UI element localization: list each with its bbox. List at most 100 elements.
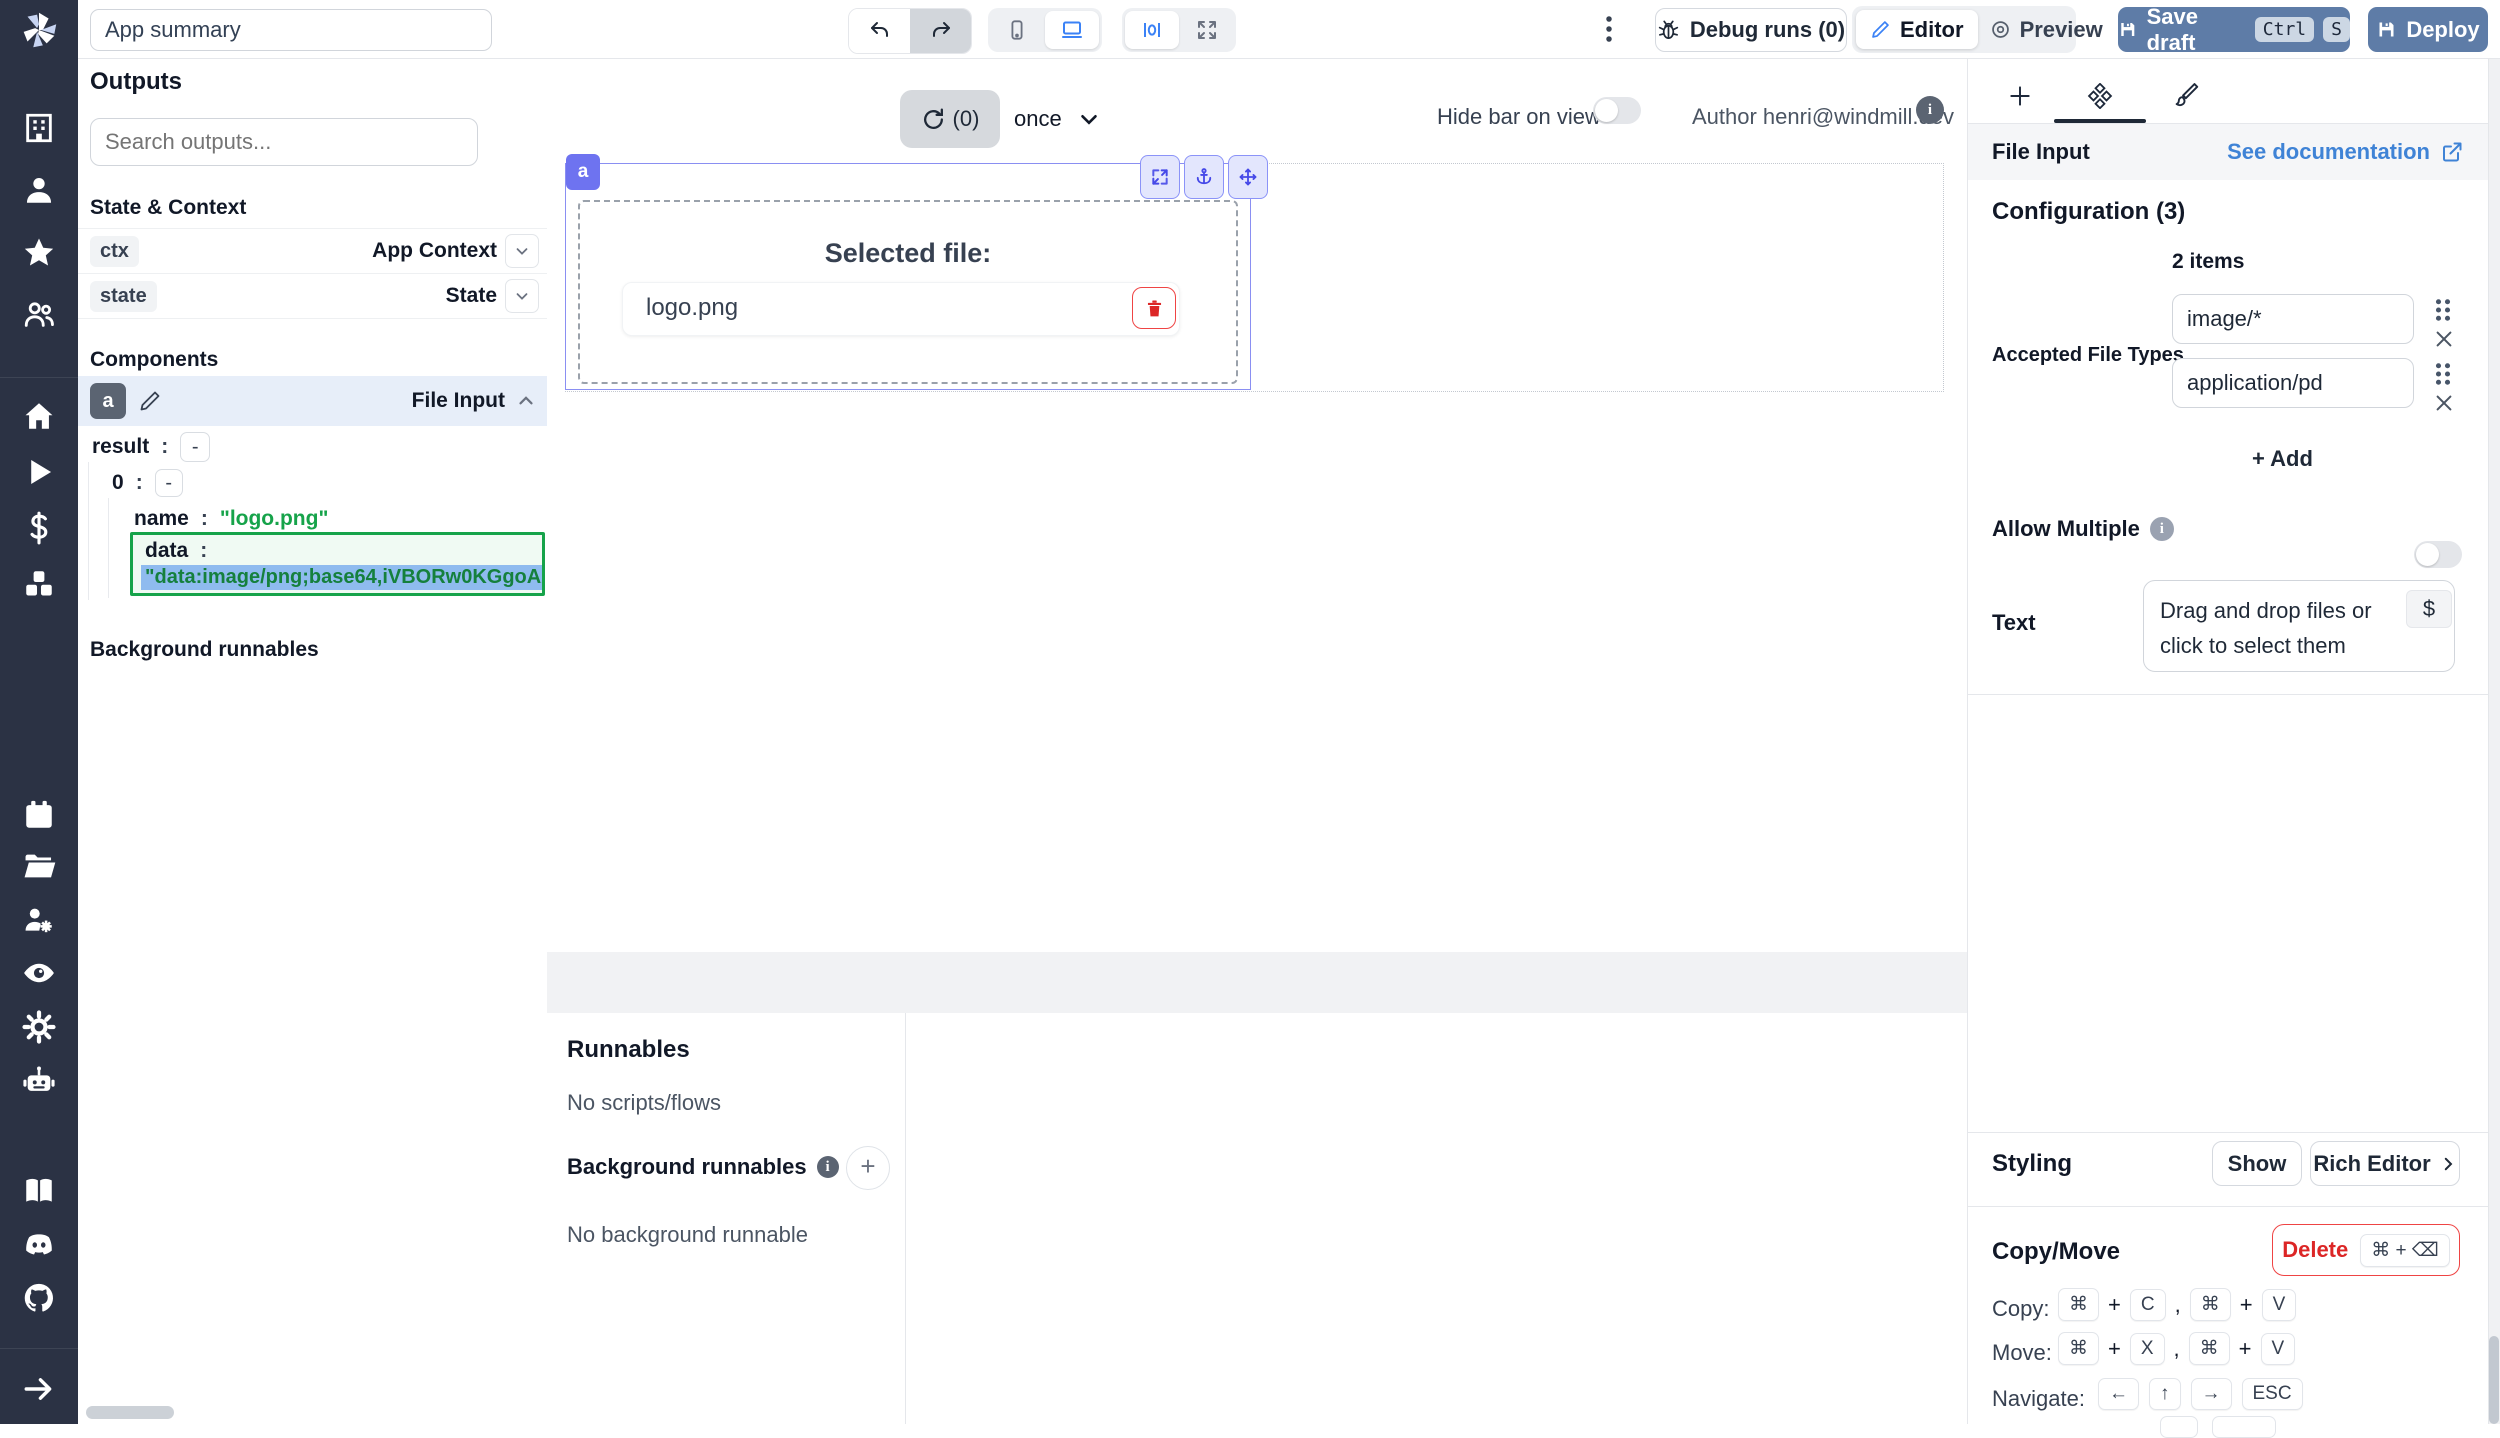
app-summary-input[interactable] [90, 9, 492, 51]
background-runnables-empty-label: No background runnable [567, 1222, 808, 1248]
anchor-component-button[interactable] [1184, 155, 1224, 199]
remove-item-icon[interactable] [2433, 328, 2455, 350]
kbd-arrow-up: ↑ [2149, 1378, 2181, 1410]
variables-icon[interactable] [22, 511, 56, 545]
audit-logs-icon[interactable] [22, 956, 56, 990]
workers-icon[interactable] [22, 903, 56, 937]
folders-icon[interactable] [22, 849, 56, 883]
add-background-runnable-button[interactable]: + [846, 1146, 890, 1190]
state-expand-button[interactable] [505, 279, 539, 313]
delete-kbd: ⌘ + ⌫ [2360, 1234, 2450, 1267]
editor-tab[interactable]: Editor [1856, 10, 1978, 49]
drag-handle-icon[interactable] [2432, 362, 2454, 386]
expand-arrows-icon [1150, 167, 1170, 187]
kbd-v: V [2261, 1333, 2296, 1365]
row-divider [78, 318, 547, 319]
favorites-icon[interactable] [22, 235, 56, 269]
accepted-type-input-2[interactable] [2172, 358, 2414, 408]
allow-multiple-label: Allow Multiple [1992, 516, 2140, 542]
ai-icon[interactable] [22, 1064, 56, 1098]
resources-icon[interactable] [22, 567, 56, 601]
workspace-icon[interactable] [22, 111, 56, 145]
github-icon[interactable] [22, 1281, 56, 1315]
mobile-view-button[interactable] [991, 11, 1043, 49]
delete-component-button[interactable]: Delete ⌘ + ⌫ [2272, 1224, 2460, 1276]
center-layout-button[interactable] [1125, 11, 1179, 49]
more-menu-icon[interactable] [1596, 14, 1622, 44]
allow-multiple-toggle[interactable] [2414, 541, 2462, 568]
desktop-view-button[interactable] [1045, 11, 1099, 49]
discord-icon[interactable] [22, 1228, 56, 1262]
tab-insert-component[interactable] [1996, 74, 2044, 118]
tab-component-settings[interactable] [2076, 74, 2124, 118]
hide-bar-toggle[interactable] [1593, 97, 1641, 124]
recompute-mode-select[interactable]: once [1014, 100, 1102, 138]
components-title: Components [90, 348, 218, 372]
author-info-icon[interactable]: i [1916, 96, 1944, 124]
collapse-zero-button[interactable]: - [155, 469, 183, 497]
tree-zero-row: 0 : - [112, 468, 183, 498]
full-width-button[interactable] [1181, 11, 1233, 49]
debug-runs-button[interactable]: Debug runs (0) [1655, 8, 1847, 52]
panel-scrollbar-thumb[interactable] [2489, 1336, 2499, 1424]
text-setting-input[interactable]: Drag and drop files or click to select t… [2143, 580, 2455, 672]
component-list-item[interactable]: a File Input [78, 376, 547, 426]
selected-file-name: logo.png [646, 294, 738, 322]
ctx-row[interactable]: ctx App Context [78, 229, 547, 273]
mode-segmented-control: Editor Preview [1852, 6, 2076, 53]
search-outputs-input[interactable] [90, 118, 478, 166]
component-type-label: File Input [412, 389, 505, 413]
see-documentation-link[interactable]: See documentation [2227, 139, 2430, 165]
groups-icon[interactable] [22, 297, 56, 331]
plus-icon: + [860, 1151, 875, 1182]
editor-tab-label: Editor [1900, 17, 1964, 43]
external-link-icon[interactable] [2440, 140, 2464, 164]
allow-multiple-info-icon[interactable]: i [2150, 517, 2174, 541]
outputs-hscrollbar-thumb[interactable] [86, 1406, 174, 1419]
collapse-result-button[interactable]: - [180, 432, 210, 462]
component-settings-tab-icon [2087, 83, 2113, 109]
edit-component-icon[interactable] [138, 389, 162, 413]
runs-icon[interactable] [22, 455, 56, 489]
state-row[interactable]: state State [78, 274, 547, 318]
redo-button[interactable] [910, 9, 971, 53]
ctx-type-label: App Context [372, 239, 497, 263]
accepted-type-input-1[interactable] [2172, 294, 2414, 344]
sidebar-divider-bottom [0, 1348, 78, 1349]
kbd-esc: ESC [2242, 1378, 2303, 1410]
save-draft-button[interactable]: Save draft Ctrl S [2118, 7, 2350, 52]
recompute-button[interactable]: (0) [900, 90, 1000, 148]
move-component-button[interactable] [1228, 155, 1268, 199]
add-item-button[interactable]: + Add [2252, 446, 2313, 472]
show-styling-button[interactable]: Show [2212, 1141, 2302, 1186]
panel-scrollbar-track[interactable] [2488, 59, 2500, 1424]
schedules-icon[interactable] [22, 798, 56, 832]
comma-joiner: , [2175, 1292, 2181, 1318]
ctx-expand-button[interactable] [505, 234, 539, 268]
preview-tab[interactable]: Preview [1978, 10, 2115, 49]
kbd-v: V [2262, 1289, 2297, 1321]
collapse-sidebar-icon[interactable] [22, 1372, 56, 1406]
background-runnables-title: Background runnables [90, 638, 319, 662]
user-icon[interactable] [22, 173, 56, 207]
undo-button[interactable] [849, 9, 910, 53]
move-icon [1238, 167, 1258, 187]
deploy-button[interactable]: Deploy [2368, 7, 2488, 52]
windmill-logo[interactable] [16, 7, 62, 53]
remove-file-button[interactable] [1132, 287, 1176, 329]
settings-icon[interactable] [22, 1010, 56, 1044]
expand-component-button[interactable] [1140, 155, 1180, 199]
home-icon[interactable] [22, 399, 56, 433]
dollar-sign: $ [2423, 596, 2435, 622]
rich-editor-button[interactable]: Rich Editor [2310, 1141, 2460, 1186]
selected-data-node[interactable]: data : "data:image/png;base64,iVBORw0KGg… [130, 532, 545, 596]
chevron-up-icon[interactable] [515, 390, 537, 412]
chevron-down-icon [513, 287, 531, 305]
docs-icon[interactable] [22, 1174, 56, 1208]
connect-input-button[interactable]: $ [2406, 590, 2452, 628]
drag-handle-icon[interactable] [2432, 298, 2454, 322]
background-runnables-info-icon[interactable]: i [817, 1156, 839, 1178]
tab-styling[interactable] [2164, 74, 2212, 118]
move-shortcut-keys: ⌘ + X , ⌘ + V [2058, 1332, 2295, 1365]
remove-item-icon[interactable] [2433, 392, 2455, 414]
